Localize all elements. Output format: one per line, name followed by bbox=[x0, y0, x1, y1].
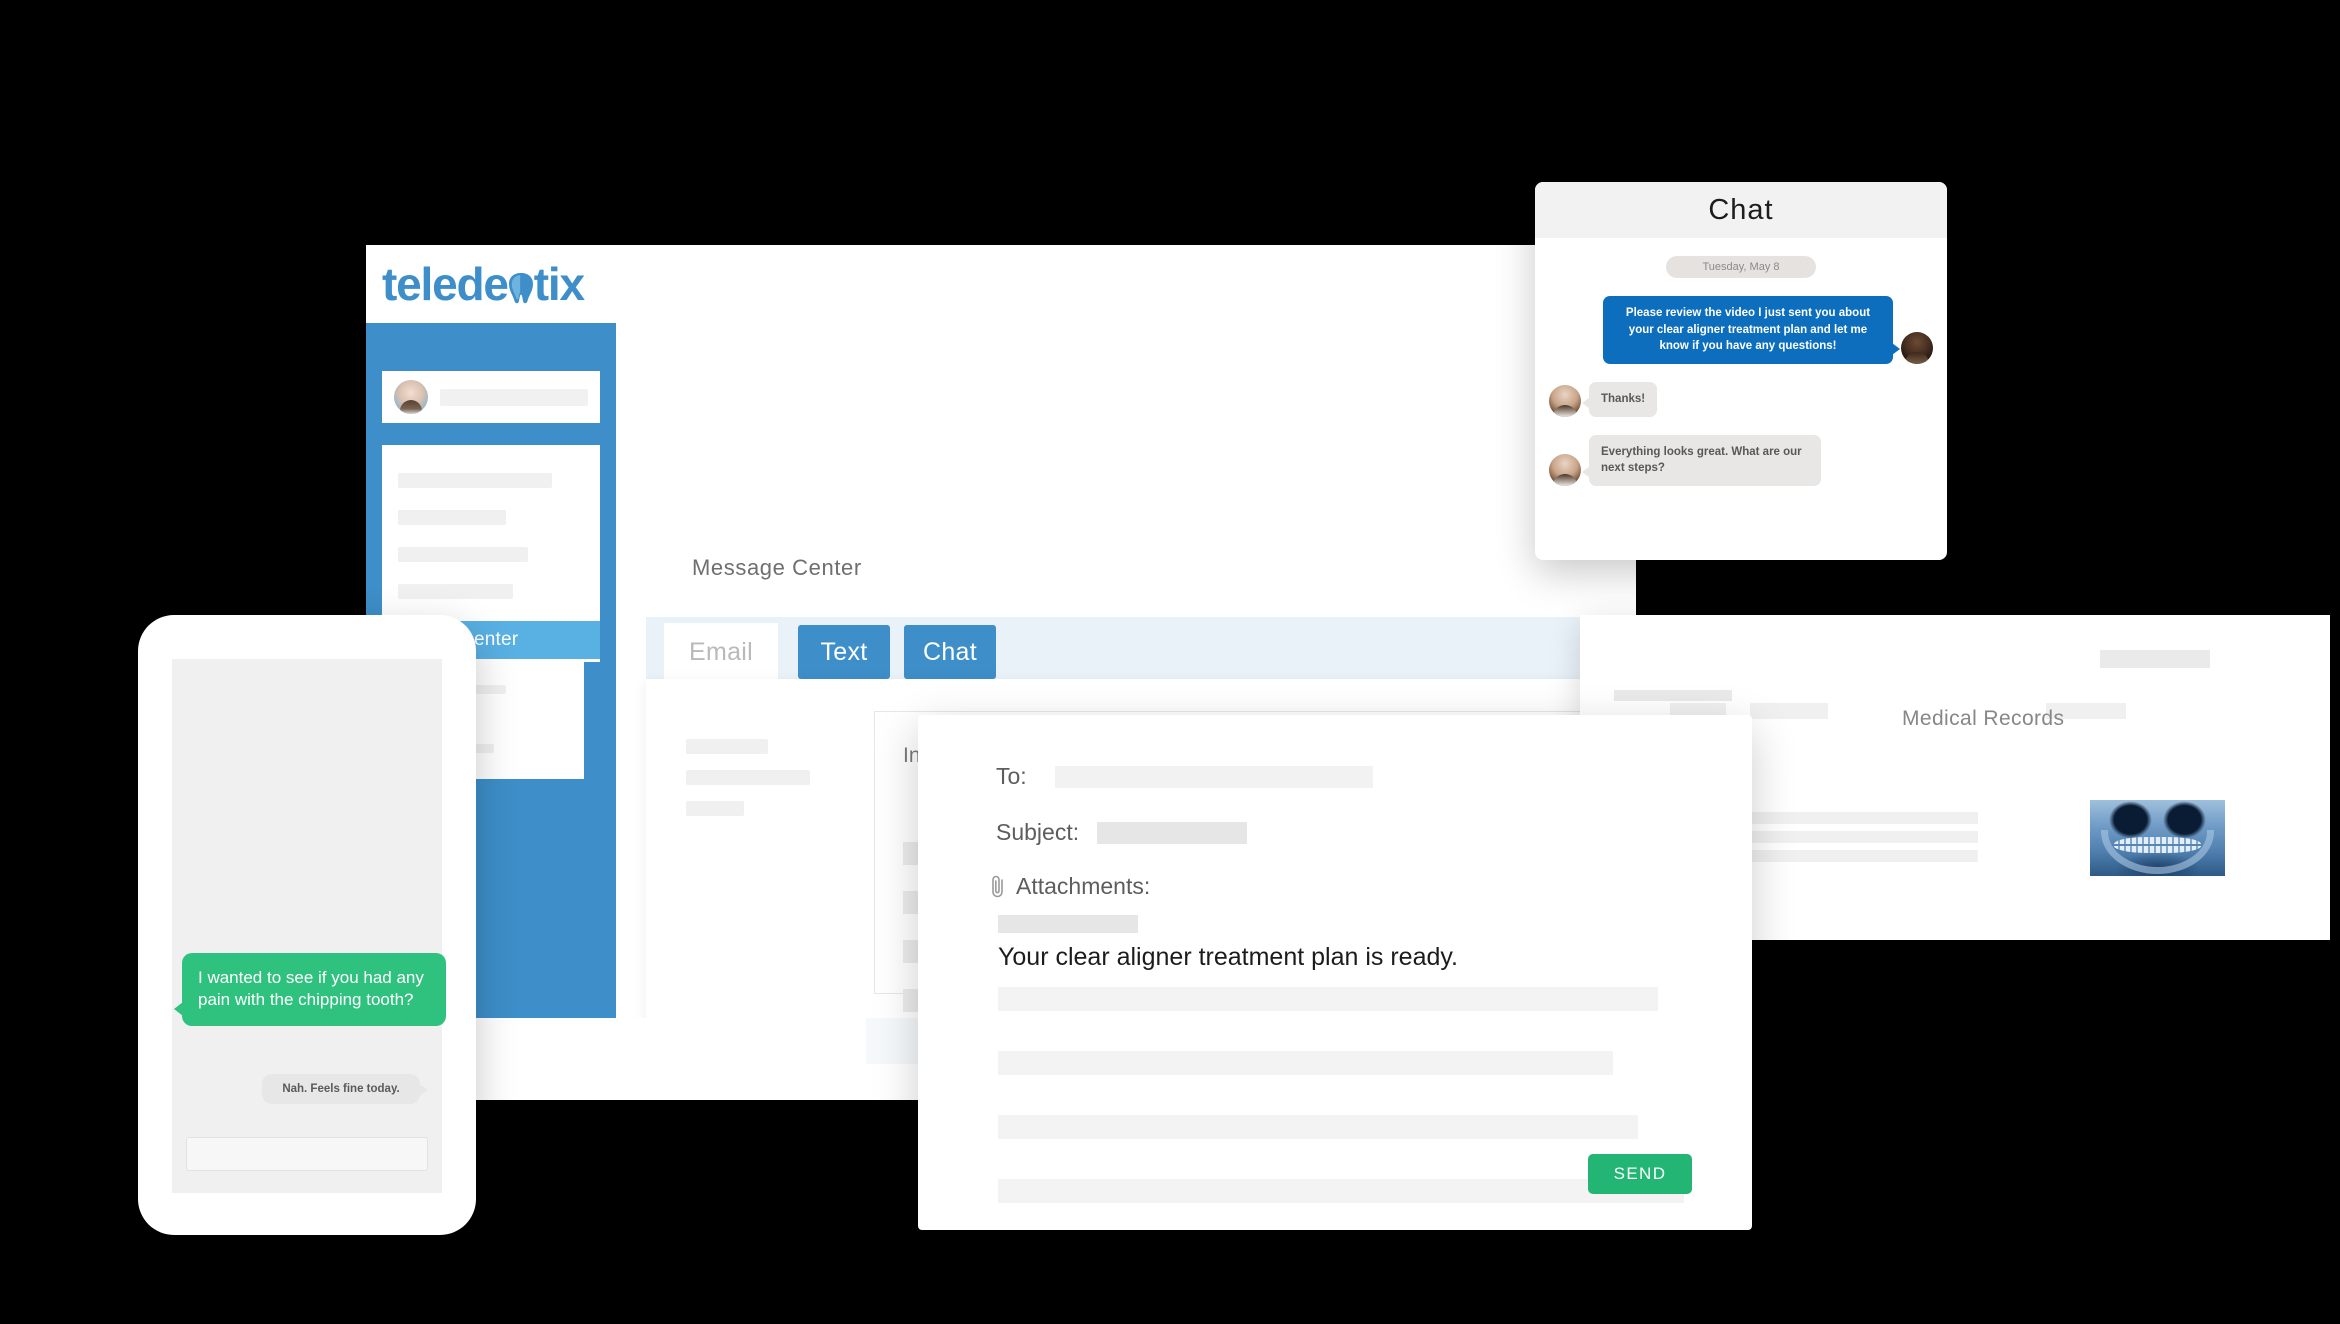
tab-chat-label: Chat bbox=[922, 637, 977, 666]
phone-mockup: I wanted to see if you had any pain with… bbox=[138, 615, 476, 1235]
chat-bubble-text: Thanks! bbox=[1581, 382, 1658, 417]
logo-text-part-2: e bbox=[483, 258, 509, 310]
compose-body-line bbox=[998, 987, 1658, 1011]
avatar bbox=[1549, 384, 1581, 417]
logo-text-part-1: teled bbox=[382, 258, 485, 310]
compose-to-label: To: bbox=[996, 763, 1027, 789]
compose-subject-row: Subject: bbox=[996, 819, 1248, 846]
folder-item-placeholder[interactable] bbox=[686, 801, 744, 816]
sidebar-item-placeholder[interactable] bbox=[398, 510, 506, 525]
compose-body-line bbox=[998, 1115, 1638, 1139]
avatar bbox=[1549, 454, 1581, 487]
dental-xray-image bbox=[2090, 800, 2225, 876]
send-button[interactable]: SEND bbox=[1588, 1154, 1692, 1194]
chat-panel-title: Chat bbox=[1535, 182, 1947, 238]
folder-item-placeholder[interactable] bbox=[686, 770, 810, 785]
avatar bbox=[394, 380, 428, 414]
compose-attachment-chip[interactable] bbox=[998, 915, 1138, 933]
sidebar-item-placeholder[interactable] bbox=[398, 473, 553, 488]
records-chip-placeholder bbox=[2100, 650, 2210, 668]
compose-to-field[interactable] bbox=[1054, 765, 1373, 788]
records-panel-title: Medical Records bbox=[1902, 707, 2065, 730]
sms-incoming-bubble: Nah. Feels fine today. bbox=[262, 1074, 428, 1104]
tab-text-label: Text bbox=[820, 637, 868, 666]
email-compose-modal: To: Subject: Attachments: Your clear ali… bbox=[918, 715, 1752, 1230]
chat-message-outgoing: Please review the video I just sent you … bbox=[1549, 296, 1933, 365]
tab-chat[interactable]: Chat bbox=[904, 625, 996, 679]
page-title: Message Center bbox=[692, 555, 862, 580]
compose-body-line bbox=[998, 1051, 1613, 1075]
tab-text[interactable]: Text bbox=[798, 625, 890, 679]
sidebar-item-placeholder[interactable] bbox=[398, 584, 514, 599]
email-folder-list bbox=[686, 739, 810, 816]
phone-screen: I wanted to see if you had any pain with… bbox=[172, 659, 446, 1193]
sidebar-user-name-placeholder bbox=[440, 388, 588, 406]
compose-to-row: To: bbox=[996, 763, 1373, 790]
tab-email[interactable]: Email bbox=[664, 623, 778, 681]
compose-body-line bbox=[998, 1179, 1684, 1203]
teledentix-logo[interactable]: telede tix bbox=[382, 258, 585, 310]
xray-upper-teeth bbox=[2114, 837, 2201, 845]
chat-date-divider: Tuesday, May 8 bbox=[1666, 256, 1816, 278]
message-tabs: Email Text Chat bbox=[646, 617, 1636, 681]
chat-message-incoming: Everything looks great. What are our nex… bbox=[1549, 434, 1933, 487]
sidebar-user-card[interactable] bbox=[382, 371, 600, 423]
compose-subject-label: Subject: bbox=[996, 819, 1080, 845]
sidebar-item-placeholder[interactable] bbox=[398, 547, 529, 562]
chat-message-list: Tuesday, May 8 Please review the video I… bbox=[1535, 238, 1947, 487]
sms-outgoing-bubble: I wanted to see if you had any pain with… bbox=[174, 953, 446, 1026]
sidebar-item-label: enter bbox=[474, 629, 519, 650]
compose-attachments-row: Attachments: bbox=[990, 873, 1150, 900]
logo-text-part-3: tix bbox=[533, 258, 585, 310]
avatar bbox=[1901, 332, 1933, 365]
compose-body-headline: Your clear aligner treatment plan is rea… bbox=[998, 943, 1458, 971]
chat-bubble-text: Please review the video I just sent you … bbox=[1603, 296, 1900, 365]
tab-email-label: Email bbox=[688, 637, 753, 666]
chat-panel: Chat Tuesday, May 8 Please review the vi… bbox=[1535, 182, 1947, 560]
tooth-icon bbox=[507, 271, 535, 305]
chat-bubble-text: Everything looks great. What are our nex… bbox=[1582, 434, 1821, 487]
app-logo-bar: telede tix bbox=[366, 245, 616, 323]
records-chip-placeholder bbox=[1614, 690, 1732, 701]
chat-message-incoming: Thanks! bbox=[1549, 382, 1933, 417]
compose-subject-field[interactable] bbox=[1097, 821, 1248, 844]
sms-input-field[interactable] bbox=[186, 1137, 428, 1171]
screenshot-stage: telede tix enter Message Center Email Te… bbox=[0, 0, 2340, 1324]
compose-attachments-label: Attachments: bbox=[1016, 873, 1151, 899]
folder-item-placeholder[interactable] bbox=[686, 739, 768, 754]
records-chip-placeholder bbox=[1750, 703, 1828, 719]
paperclip-icon bbox=[990, 874, 1006, 900]
